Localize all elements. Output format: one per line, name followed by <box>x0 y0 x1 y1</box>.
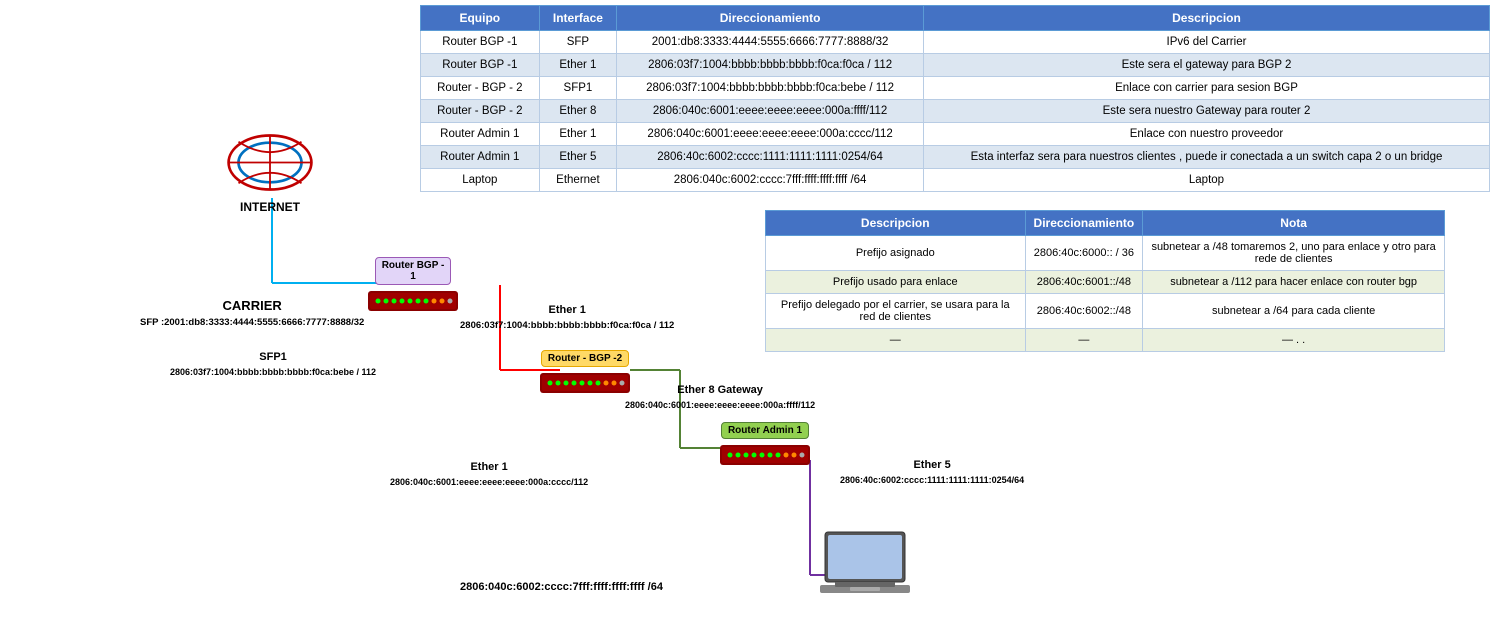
table-cell: 2806:040c:6001:eeee:eeee:eeee:000a:cccc/… <box>617 123 924 146</box>
table-cell: 2001:db8:3333:4444:5555:6666:7777:8888/3… <box>617 31 924 54</box>
table-cell: Router Admin 1 <box>421 123 540 146</box>
table-cell: Prefijo usado para enlace <box>766 271 1026 294</box>
table-row: Router BGP -1SFP2001:db8:3333:4444:5555:… <box>421 31 1490 54</box>
table-cell: Prefijo asignado <box>766 236 1026 271</box>
table-cell: 2806:40c:6001::/48 <box>1025 271 1143 294</box>
table-row: Prefijo usado para enlace2806:40c:6001::… <box>766 271 1445 294</box>
table-cell: Prefijo delegado por el carrier, se usar… <box>766 294 1026 329</box>
router-bgp2-label: Router - BGP -2 <box>541 350 629 367</box>
router-admin1-label: Router Admin 1 <box>721 422 809 439</box>
table-cell: Router - BGP - 2 <box>421 77 540 100</box>
col-descripcion: Descripcion <box>923 6 1489 31</box>
table-cell: 2806:040c:6001:eeee:eeee:eeee:000a:ffff/… <box>617 100 924 123</box>
table-cell: Este sera nuestro Gateway para router 2 <box>923 100 1489 123</box>
table-row: Router - BGP - 2Ether 82806:040c:6001:ee… <box>421 100 1490 123</box>
sec-col-desc: Descripcion <box>766 211 1026 236</box>
table-cell: Laptop <box>421 169 540 192</box>
table-row: Router Admin 1Ether 12806:040c:6001:eeee… <box>421 123 1490 146</box>
laptop-addr: 2806:040c:6002:cccc:7fff:ffff:ffff:ffff … <box>460 580 663 595</box>
table-cell: Ether 5 <box>539 146 617 169</box>
table-cell: Ether 1 <box>539 123 617 146</box>
table-cell: 2806:03f7:1004:bbbb:bbbb:bbbb:f0ca:bebe … <box>617 77 924 100</box>
table-row: Router - BGP - 2SFP12806:03f7:1004:bbbb:… <box>421 77 1490 100</box>
router-bgp2: Router - BGP -2 <box>540 350 630 397</box>
table-cell: 2806:40c:6002::/48 <box>1025 294 1143 329</box>
router-bgp1: Router BGP -1 <box>368 257 458 315</box>
table-cell: Enlace con carrier para sesion BGP <box>923 77 1489 100</box>
sec-col-dir: Direccionamiento <box>1025 211 1143 236</box>
col-equipo: Equipo <box>421 6 540 31</box>
table-cell: subnetear a /64 para cada cliente <box>1143 294 1445 329</box>
table-row: Router Admin 1Ether 52806:40c:6002:cccc:… <box>421 146 1490 169</box>
table-cell: Enlace con nuestro proveedor <box>923 123 1489 146</box>
table-cell: Laptop <box>923 169 1489 192</box>
table-row: Prefijo delegado por el carrier, se usar… <box>766 294 1445 329</box>
sfp1-text: SFP1 2806:03f7:1004:bbbb:bbbb:bbbb:f0ca:… <box>170 350 376 380</box>
table-cell: Router BGP -1 <box>421 54 540 77</box>
table-cell: SFP1 <box>539 77 617 100</box>
table-cell: — <box>1025 329 1143 352</box>
table-cell: Este sera el gateway para BGP 2 <box>923 54 1489 77</box>
ether8-text: Ether 8 Gateway 2806:040c:6001:eeee:eeee… <box>625 383 815 413</box>
table-row: Router BGP -1Ether 12806:03f7:1004:bbbb:… <box>421 54 1490 77</box>
table-cell: Router BGP -1 <box>421 31 540 54</box>
table-cell: 2806:03f7:1004:bbbb:bbbb:bbbb:f0ca:f0ca … <box>617 54 924 77</box>
ether1-bgp1-text: Ether 1 2806:03f7:1004:bbbb:bbbb:bbbb:f0… <box>460 303 674 333</box>
table-cell: Router - BGP - 2 <box>421 100 540 123</box>
table-cell: — . . <box>1143 329 1445 352</box>
ether1-bgp2-text: Ether 1 2806:040c:6001:eeee:eeee:eeee:00… <box>390 460 588 490</box>
main-table-container: Equipo Interface Direccionamiento Descri… <box>420 5 1490 192</box>
table-cell: SFP <box>539 31 617 54</box>
col-direccionamiento: Direccionamiento <box>617 6 924 31</box>
table-cell: subnetear a /112 para hacer enlace con r… <box>1143 271 1445 294</box>
table-cell: IPv6 del Carrier <box>923 31 1489 54</box>
table-cell: 2806:040c:6002:cccc:7fff:ffff:ffff:ffff … <box>617 169 924 192</box>
table-cell: Ethernet <box>539 169 617 192</box>
internet-cloud: INTERNET <box>215 130 325 214</box>
table-cell: 2806:40c:6002:cccc:1111:1111:1111:0254/6… <box>617 146 924 169</box>
ether5-text: Ether 5 2806:40c:6002:cccc:1111:1111:111… <box>840 458 1024 488</box>
router-bgp1-label: Router BGP -1 <box>375 257 452 285</box>
table-cell: Esta interfaz sera para nuestros cliente… <box>923 146 1489 169</box>
table-row: LaptopEthernet2806:040c:6002:cccc:7fff:f… <box>421 169 1490 192</box>
table-cell: Ether 1 <box>539 54 617 77</box>
table-row: ——— . . <box>766 329 1445 352</box>
sec-table-container: Descripcion Direccionamiento Nota Prefij… <box>765 210 1445 352</box>
laptop-device <box>820 530 910 600</box>
col-interface: Interface <box>539 6 617 31</box>
table-cell: Router Admin 1 <box>421 146 540 169</box>
table-cell: Ether 8 <box>539 100 617 123</box>
table-cell: 2806:40c:6000:: / 36 <box>1025 236 1143 271</box>
sec-table: Descripcion Direccionamiento Nota Prefij… <box>765 210 1445 352</box>
table-row: Prefijo asignado2806:40c:6000:: / 36subn… <box>766 236 1445 271</box>
main-table: Equipo Interface Direccionamiento Descri… <box>420 5 1490 192</box>
internet-label: INTERNET <box>215 200 325 214</box>
sec-col-nota: Nota <box>1143 211 1445 236</box>
carrier-label: CARRIER SFP :2001:db8:3333:4444:5555:666… <box>140 297 364 330</box>
router-admin1: Router Admin 1 <box>720 422 810 469</box>
table-cell: — <box>766 329 1026 352</box>
table-cell: subnetear a /48 tomaremos 2, uno para en… <box>1143 236 1445 271</box>
